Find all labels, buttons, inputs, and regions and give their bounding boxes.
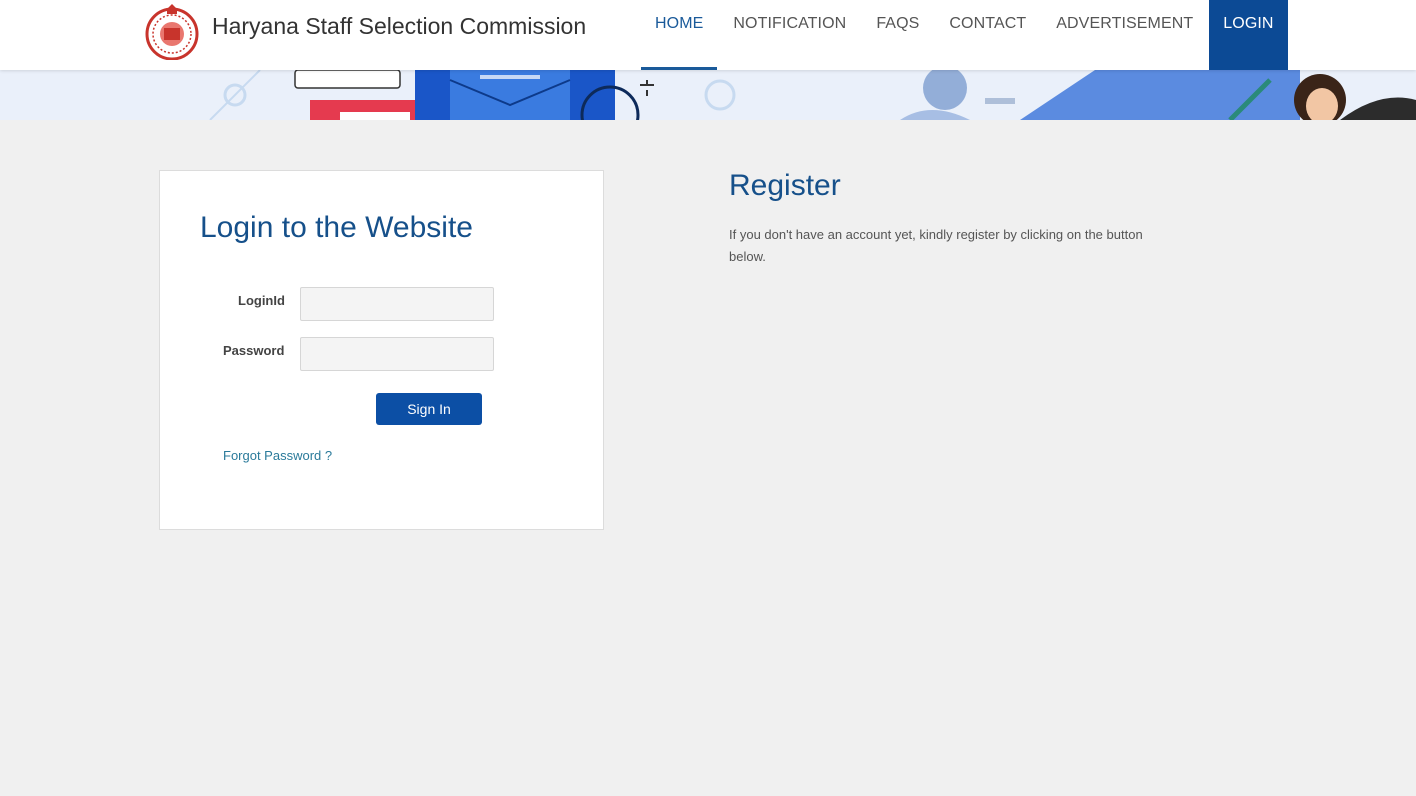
nav-login[interactable]: LOGIN [1209, 0, 1288, 70]
loginid-input[interactable] [300, 287, 494, 321]
nav-contact[interactable]: CONTACT [935, 0, 1040, 70]
nav-faqs[interactable]: FAQS [862, 0, 933, 70]
banner-illustration [0, 70, 1416, 120]
password-input[interactable] [300, 337, 494, 371]
login-card: Login to the Website LoginId Password Si… [159, 170, 604, 530]
sign-in-button[interactable]: Sign In [376, 393, 482, 425]
login-title: Login to the Website [200, 211, 473, 244]
forgot-password-link[interactable]: Forgot Password ? [223, 448, 332, 463]
loginid-label: LoginId [238, 293, 285, 308]
site-header: Haryana Staff Selection Commission HOME … [0, 0, 1416, 70]
site-title[interactable]: Haryana Staff Selection Commission [212, 13, 586, 40]
emblem-logo-icon[interactable] [144, 2, 200, 61]
main-nav: HOME NOTIFICATION FAQS CONTACT ADVERTISE… [641, 0, 1288, 70]
nav-notification[interactable]: NOTIFICATION [719, 0, 860, 70]
password-label: Password [223, 343, 285, 358]
register-title: Register [729, 169, 841, 202]
nav-home[interactable]: HOME [641, 0, 718, 70]
register-description: If you don't have an account yet, kindly… [729, 227, 1143, 264]
nav-advertisement[interactable]: ADVERTISEMENT [1042, 0, 1207, 70]
hero-banner [0, 70, 1416, 120]
